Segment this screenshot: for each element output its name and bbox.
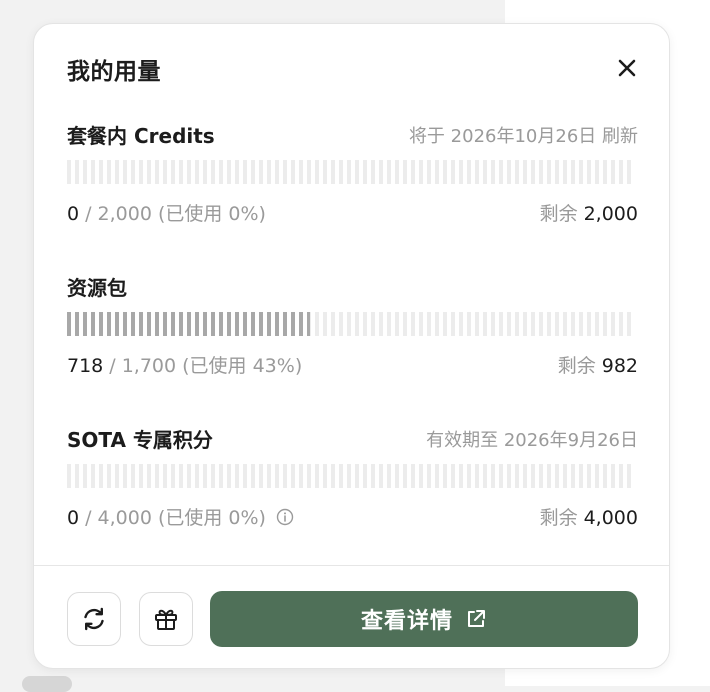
close-icon xyxy=(618,59,636,77)
external-link-icon xyxy=(468,610,485,627)
refresh-icon xyxy=(84,607,104,631)
usage-bar xyxy=(67,464,633,488)
info-icon[interactable] xyxy=(276,508,294,526)
view-details-button[interactable]: 查看详情 xyxy=(210,591,638,647)
used-value: 0 xyxy=(67,507,80,529)
remaining: 剩余 982 xyxy=(558,351,638,378)
usage-text: 0/ 4,000 (已使用 0%) xyxy=(67,503,294,530)
remaining-label: 剩余 xyxy=(539,203,578,225)
total-text: / 2,000 (已使用 0%) xyxy=(85,203,266,225)
refresh-date-note: 将于 2026年10月26日 刷新 xyxy=(408,126,638,147)
total-text: / 4,000 (已使用 0%) xyxy=(85,507,266,529)
close-button[interactable] xyxy=(614,55,640,81)
usage-popover: 我的用量 套餐内 Credits 将于 2026年10月26日 刷新 0/ 2,… xyxy=(33,23,670,669)
background-pill xyxy=(22,676,72,692)
gift-button[interactable] xyxy=(139,592,193,646)
used-value: 0 xyxy=(67,203,80,225)
gift-icon xyxy=(155,609,177,630)
remaining-value: 4,000 xyxy=(583,507,638,529)
used-value: 718 xyxy=(67,355,104,377)
remaining-label: 剩余 xyxy=(539,507,578,529)
remaining-value: 2,000 xyxy=(583,203,638,225)
footer-divider xyxy=(34,565,669,566)
refresh-button[interactable] xyxy=(67,592,121,646)
section-title: 套餐内 Credits xyxy=(67,124,215,148)
section-title: SOTA 专属积分 xyxy=(67,428,213,452)
remaining: 剩余 2,000 xyxy=(540,199,638,226)
view-details-label: 查看详情 xyxy=(360,609,453,634)
remaining-label: 剩余 xyxy=(557,355,596,377)
usage-text: 718/ 1,700 (已使用 43%) xyxy=(67,351,302,378)
total-text: / 1,700 (已使用 43%) xyxy=(109,355,303,377)
usage-text: 0/ 2,000 (已使用 0%) xyxy=(67,199,266,226)
section-resource-pack: 资源包 718/ 1,700 (已使用 43%) 剩余 982 xyxy=(67,272,638,377)
page-title: 我的用量 xyxy=(67,59,161,85)
section-title: 资源包 xyxy=(67,276,127,300)
remaining: 剩余 4,000 xyxy=(540,503,638,530)
remaining-value: 982 xyxy=(601,355,638,377)
usage-bar-fill xyxy=(67,312,311,336)
section-plan-credits: 套餐内 Credits 将于 2026年10月26日 刷新 0/ 2,000 (… xyxy=(67,120,638,225)
usage-bar xyxy=(67,312,633,336)
expiry-date-note: 有效期至 2026年9月26日 xyxy=(426,430,638,451)
usage-bar xyxy=(67,160,633,184)
section-sota-points: SOTA 专属积分 有效期至 2026年9月26日 0/ 4,000 (已使用 … xyxy=(67,424,638,529)
